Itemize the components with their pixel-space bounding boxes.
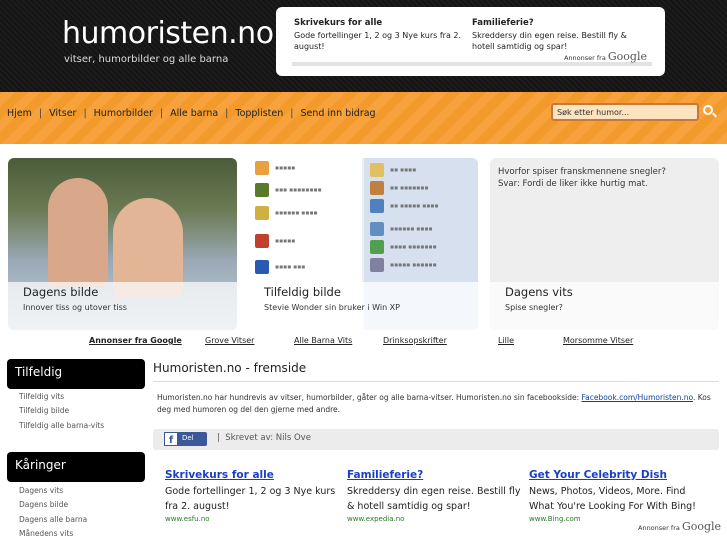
share-bar: f Del | Skrevet av: Nils Ove [153, 429, 719, 450]
nav-home[interactable]: Hjem [7, 108, 32, 119]
joke-text: Hvorfor spiser franskmennene snegler? Sv… [498, 166, 666, 190]
ads-by-google-bottom[interactable]: Annonser fra Google [638, 520, 721, 533]
header-ad-1-text: Gode fortellinger 1, 2 og 3 Nye kurs fra… [294, 31, 462, 51]
menu-entry: ▪▪▪▪▪ [255, 161, 295, 175]
share-label: Del [182, 434, 194, 442]
feature-daily-picture[interactable]: Dagens bilde Innover tiss og utover tiss [8, 158, 237, 330]
sidebar-link[interactable]: Tilfeldig alle barna-vits [19, 421, 104, 430]
ad-link[interactable]: Grove Vitser [205, 336, 254, 345]
feature-caption: Dagens bilde Innover tiss og utover tiss [8, 282, 237, 330]
site-tagline: vitser, humorbilder og alle barna [64, 54, 229, 65]
joke-question: Hvorfor spiser franskmennene snegler? [498, 167, 666, 177]
menu-entry: ▪▪▪▪ ▪▪▪▪▪▪▪ [370, 240, 437, 254]
google-ad-body: Skreddersy din egen reise. Bestill fly &… [347, 486, 521, 512]
ad-links-row: Annonser fra Google Grove Vitser Alle Ba… [0, 336, 727, 348]
header-ad-2[interactable]: Familieferie? Skreddersy din egen reise.… [472, 18, 644, 52]
feature-subtitle: Stevie Wonder sin bruker i Win XP [264, 303, 400, 312]
sidebar-link[interactable]: Dagens alle barna [19, 515, 87, 524]
menu-entry: ▪▪▪▪▪ ▪▪▪▪▪▪ [370, 258, 437, 272]
facebook-share-button[interactable]: f Del [164, 432, 207, 446]
google-ad[interactable]: Skrivekurs for alle Gode fortellinger 1,… [165, 469, 340, 523]
feature-caption: Tilfeldig bilde Stevie Wonder sin bruker… [249, 282, 478, 330]
search-input[interactable] [551, 103, 699, 121]
menu-entry: ▪▪▪▪▪▪ ▪▪▪▪ [370, 222, 433, 236]
menu-entry: ▪▪ ▪▪▪▪▪▪▪ [370, 181, 429, 195]
nav-items: Hjem | Vitser | Humorbilder | Alle barna | Toppl… [7, 108, 376, 119]
menu-entry: ▪▪▪▪ ▪▪▪ [255, 260, 305, 274]
author-name: Skrevet av: Nils Ove [225, 433, 311, 443]
site-header: humoristen.no vitser, humorbilder og all… [0, 0, 727, 92]
google-ad-url[interactable]: www.esfu.no [165, 515, 340, 523]
menu-entry: ▪▪▪▪▪▪ ▪▪▪▪ [255, 206, 318, 220]
header-ad-1[interactable]: Skrivekurs for alle Gode fortellinger 1,… [294, 18, 466, 52]
page-title: Humoristen.no - fremside [153, 361, 307, 375]
google-ad[interactable]: Familieferie? Skreddersy din egen reise.… [347, 469, 522, 523]
nav-sep: | [38, 108, 43, 119]
feature-caption: Dagens vits Spise snegler? [490, 282, 719, 330]
sidebar-link[interactable]: Tilfeldig vits [19, 392, 64, 401]
nav-jokes[interactable]: Vitser [49, 108, 76, 119]
sidebar-link[interactable]: Tilfeldig bilde [19, 406, 69, 415]
facebook-icon: f [164, 432, 178, 446]
search-icon[interactable] [703, 105, 713, 115]
feature-random-picture[interactable]: ▪▪▪▪▪ ▪▪▪ ▪▪▪▪▪▪▪▪ ▪▪▪▪▪▪ ▪▪▪▪ ▪▪▪▪▪ ▪▪▪… [249, 158, 478, 330]
google-ad-body: Gode fortellinger 1, 2 og 3 Nye kurs fra… [165, 486, 336, 512]
ads-by-prefix: Annonser fra [638, 524, 680, 532]
ad-link[interactable]: Morsomme Vitser [563, 336, 633, 345]
feature-subtitle: Innover tiss og utover tiss [23, 303, 127, 312]
author-line: | Skrevet av: Nils Ove [217, 433, 311, 443]
nav-alle-barna[interactable]: Alle barna [170, 108, 218, 119]
header-ad-1-title[interactable]: Skrivekurs for alle [294, 18, 466, 29]
menu-entry: ▪▪ ▪▪▪▪▪ ▪▪▪▪ [370, 199, 439, 213]
nav-submit[interactable]: Send inn bidrag [300, 108, 375, 119]
joke-answer: Svar: Fordi de liker ikke hurtig mat. [498, 179, 648, 189]
menu-entry: ▪▪▪ ▪▪▪▪▪▪▪▪ [255, 183, 322, 197]
facebook-link[interactable]: Facebook.com/Humoristen.no [582, 393, 693, 402]
feature-subtitle: Spise snegler? [505, 303, 563, 312]
sidebar-link[interactable]: Dagens bilde [19, 500, 68, 509]
google-logo: Google [681, 520, 722, 533]
feature-title: Tilfeldig bilde [264, 285, 341, 299]
google-ad-url[interactable]: www.expedia.no [347, 515, 522, 523]
menu-entry: ▪▪ ▪▪▪▪ [370, 163, 416, 177]
header-ad-2-title[interactable]: Familieferie? [472, 18, 644, 29]
nav-pictures[interactable]: Humorbilder [94, 108, 153, 119]
feature-title: Dagens bilde [23, 285, 99, 299]
google-logo: Google [607, 50, 647, 63]
sidebar-link[interactable]: Månedens vits [19, 529, 73, 538]
nav-toplist[interactable]: Topplisten [235, 108, 283, 119]
header-ad-box: Skrivekurs for alle Gode fortellinger 1,… [276, 7, 665, 76]
google-ad-title[interactable]: Familieferie? [347, 469, 522, 481]
header-ad-2-text: Skreddersy din egen reise. Bestill fly &… [472, 31, 627, 51]
intro-body: Humoristen.no har hundrevis av vitser, h… [157, 393, 580, 402]
photo-child-left [48, 178, 108, 288]
nav-sep: | [159, 108, 164, 119]
author-separator: | [217, 433, 220, 443]
google-ad-title[interactable]: Get Your Celebrity Dish [529, 469, 704, 481]
ads-by-prefix: Annonser fra [563, 54, 606, 62]
google-ad-title[interactable]: Skrivekurs for alle [165, 469, 340, 481]
nav-sep: | [83, 108, 87, 119]
sidebar-random-header: Tilfeldig [7, 359, 145, 389]
ad-link[interactable]: Lille [498, 336, 514, 345]
site-logo[interactable]: humoristen.no [62, 16, 274, 51]
sidebar-awards-header: Kåringer [7, 452, 145, 482]
nav-sep: | [225, 108, 229, 119]
title-divider [153, 381, 719, 382]
sidebar-link[interactable]: Dagens vits [19, 486, 63, 495]
google-ad[interactable]: Get Your Celebrity Dish News, Photos, Vi… [529, 469, 704, 523]
ads-by-google[interactable]: Annonser fra Google [564, 50, 647, 63]
feature-daily-joke[interactable]: Hvorfor spiser franskmennene snegler? Sv… [490, 158, 719, 330]
intro-text: Humoristen.no har hundrevis av vitser, h… [157, 392, 717, 416]
menu-entry: ▪▪▪▪▪ [255, 234, 295, 248]
feature-title: Dagens vits [505, 285, 573, 299]
ad-links-label[interactable]: Annonser fra Google [89, 336, 182, 345]
google-ad-body: News, Photos, Videos, More. Find What Yo… [529, 486, 696, 512]
nav-sep: | [290, 108, 294, 119]
ad-link[interactable]: Drinksopskrifter [383, 336, 447, 345]
ad-link[interactable]: Alle Barna Vits [294, 336, 352, 345]
